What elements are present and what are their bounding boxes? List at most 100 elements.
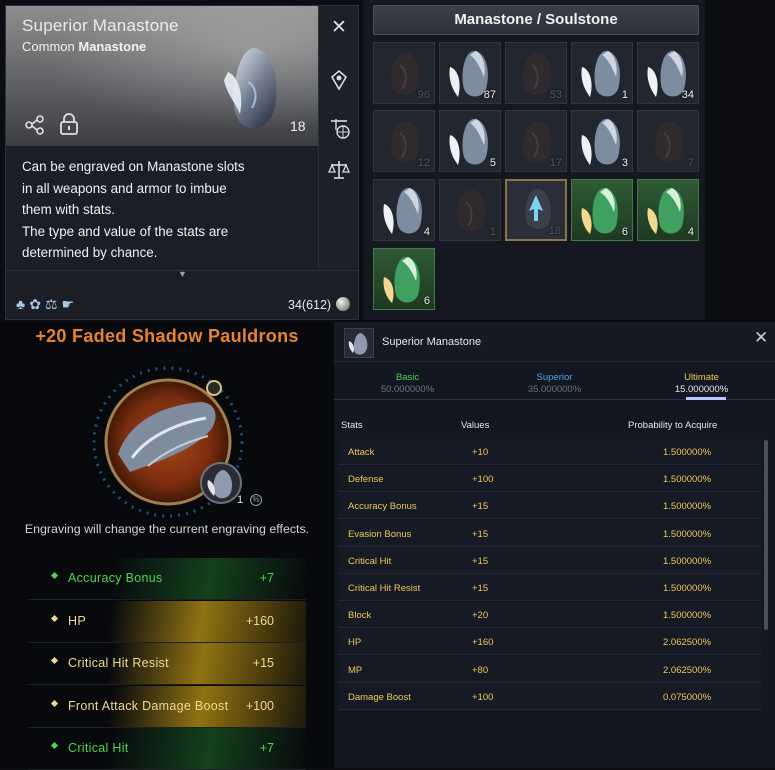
table-row: Critical Hit Resist +15 1.500000% [339, 575, 761, 601]
hand-icon: ☛ [61, 296, 79, 312]
inventory-slot[interactable]: 6 [373, 248, 435, 310]
stat-name: Evasion Bonus [348, 528, 412, 540]
table-row: Damage Boost +100 0.075000% [339, 683, 761, 710]
description-line: Can be engraved on Manastone slots [22, 159, 245, 174]
table-row: Accuracy Bonus +15 1.500000% [339, 493, 761, 520]
stat-name: Critical Hit Resist [348, 583, 421, 594]
stat-probability: 1.500000% [663, 474, 712, 486]
close-icon[interactable]: ✕ [327, 16, 351, 40]
engraving-effect-row: Accuracy Bonus +7 [28, 558, 306, 600]
effect-value: +15 [252, 656, 274, 670]
selected-tier-indicator [686, 397, 726, 400]
table-row: Attack +10 1.500000% [339, 439, 761, 465]
lock-icon[interactable] [58, 112, 80, 136]
stat-probability: 1.500000% [663, 501, 712, 513]
slot-quantity: 96 [417, 89, 430, 101]
engraving-effect-row: Front Attack Damage Boost +100 [28, 685, 306, 728]
share-icon[interactable] [24, 114, 46, 136]
inventory-slot[interactable]: 7 [637, 110, 699, 172]
table-row: Block +20 1.500000% [339, 602, 761, 629]
stat-value: +15 [472, 555, 489, 567]
stat-value: +15 [472, 501, 489, 513]
manastone-inventory: Manastone / Soulstone 96 87 53 1 34 12 5 17 3 7 4 1… [363, 0, 705, 320]
engraving-effect-row: HP +160 [28, 600, 306, 643]
tooltip-footer-icons: ♣✿⚖☛ [16, 296, 78, 313]
table-row: Defense +100 1.500000% [339, 466, 761, 493]
tooltip-item-quantity: 18 [290, 118, 306, 134]
table-scrollbar[interactable] [764, 440, 768, 630]
trade-world-icon[interactable] [327, 116, 351, 140]
probability-window: Superior Manastone ✕ Basic 50.000000% Su… [334, 322, 775, 768]
effect-value: +160 [245, 613, 274, 628]
column-stats: Stats [341, 420, 363, 431]
stat-probability: 1.500000% [663, 528, 712, 540]
stat-name: HP [348, 637, 362, 649]
table-row: Evasion Bonus +15 1.500000% [339, 520, 761, 547]
engraving-effect-row: Critical Hit +7 [28, 728, 306, 770]
bullet-icon [50, 571, 59, 580]
bullet-icon [50, 699, 59, 707]
inventory-slot[interactable]: 6 [571, 179, 633, 241]
stat-probability: 1.500000% [663, 583, 712, 594]
inventory-slot[interactable]: 4 [637, 179, 699, 241]
party-icon: ♣ [16, 296, 30, 312]
inventory-slot[interactable]: 96 [373, 42, 435, 104]
table-row: Critical Hit +15 1.500000% [339, 547, 761, 574]
tier-superior[interactable]: Superior 35.000000% [481, 372, 628, 395]
tier-value: 15.000000% [674, 384, 729, 395]
inventory-slot[interactable]: 34 [637, 42, 699, 104]
slot-quantity: 6 [423, 295, 430, 307]
tooltip-header: Superior Manastone Common Manastone 18 [6, 6, 358, 146]
tier-ultimate[interactable]: Ultimate 15.000000% [628, 372, 775, 395]
tooltip-action-column: ✕ [318, 6, 358, 268]
inventory-slot[interactable]: 53 [505, 42, 567, 104]
inventory-slot[interactable]: 1 [439, 179, 501, 241]
inventory-slot[interactable]: 17 [505, 110, 567, 172]
inventory-slot[interactable]: 12 [373, 110, 435, 172]
inventory-slot[interactable]: 1 [571, 42, 633, 104]
slot-quantity: 3 [621, 157, 628, 169]
tooltip-item-grade: Common Manastone [22, 39, 146, 54]
grade-prefix: Common [22, 39, 79, 54]
stat-probability: 0.075000% [663, 691, 712, 703]
inventory-slot[interactable]: 87 [439, 42, 501, 104]
effect-value: +7 [259, 741, 274, 755]
inventory-slot[interactable]: 18 [505, 179, 567, 241]
stat-probability: 1.500000% [663, 610, 712, 622]
stat-name: Accuracy Bonus [348, 501, 417, 513]
stat-value: +80 [472, 664, 489, 676]
info-icon[interactable]: % [250, 494, 262, 506]
close-icon[interactable]: ✕ [754, 328, 768, 348]
inventory-slot[interactable]: 4 [373, 179, 435, 241]
tier-value: 35.000000% [527, 384, 582, 395]
locate-icon[interactable] [327, 68, 351, 92]
socket-gem-icon [206, 380, 222, 396]
scale-icon[interactable] [327, 158, 351, 182]
tooltip-description: Can be engraved on Manastone slots in al… [22, 156, 312, 264]
effect-value: +100 [245, 698, 274, 713]
stat-probability: 2.062500% [663, 637, 712, 649]
slot-quantity: 7 [687, 157, 694, 169]
stat-value: +10 [472, 447, 489, 458]
stat-probability: 2.062500% [663, 664, 712, 676]
description-line: determined by chance. [22, 245, 158, 260]
inventory-slot[interactable]: 5 [439, 110, 501, 172]
scale-icon: ⚖ [44, 296, 62, 312]
manastone-thumb-icon [344, 328, 374, 358]
inventory-slot[interactable]: 3 [571, 110, 633, 172]
stat-name: Attack [348, 447, 375, 458]
silver-coin-icon [336, 297, 350, 311]
engrave-stone-socket[interactable] [200, 462, 242, 504]
stat-value: +20 [472, 610, 489, 622]
tier-basic[interactable]: Basic 50.000000% [334, 372, 481, 395]
engraving-effect-row: Critical Hit Resist +15 [28, 643, 306, 685]
description-line: in all weapons and armor to imbue [22, 180, 227, 196]
stat-probability: 1.500000% [663, 447, 712, 458]
grade-type: Manastone [78, 39, 147, 54]
scroll-down-icon[interactable]: ▼ [178, 269, 187, 279]
probability-header: Superior Manastone ✕ [334, 322, 775, 362]
effect-name: Accuracy Bonus [68, 571, 163, 585]
table-header: Stats Values Probability to Acquire [334, 418, 775, 434]
stat-name: Block [348, 610, 372, 622]
effect-name: HP [68, 613, 86, 628]
